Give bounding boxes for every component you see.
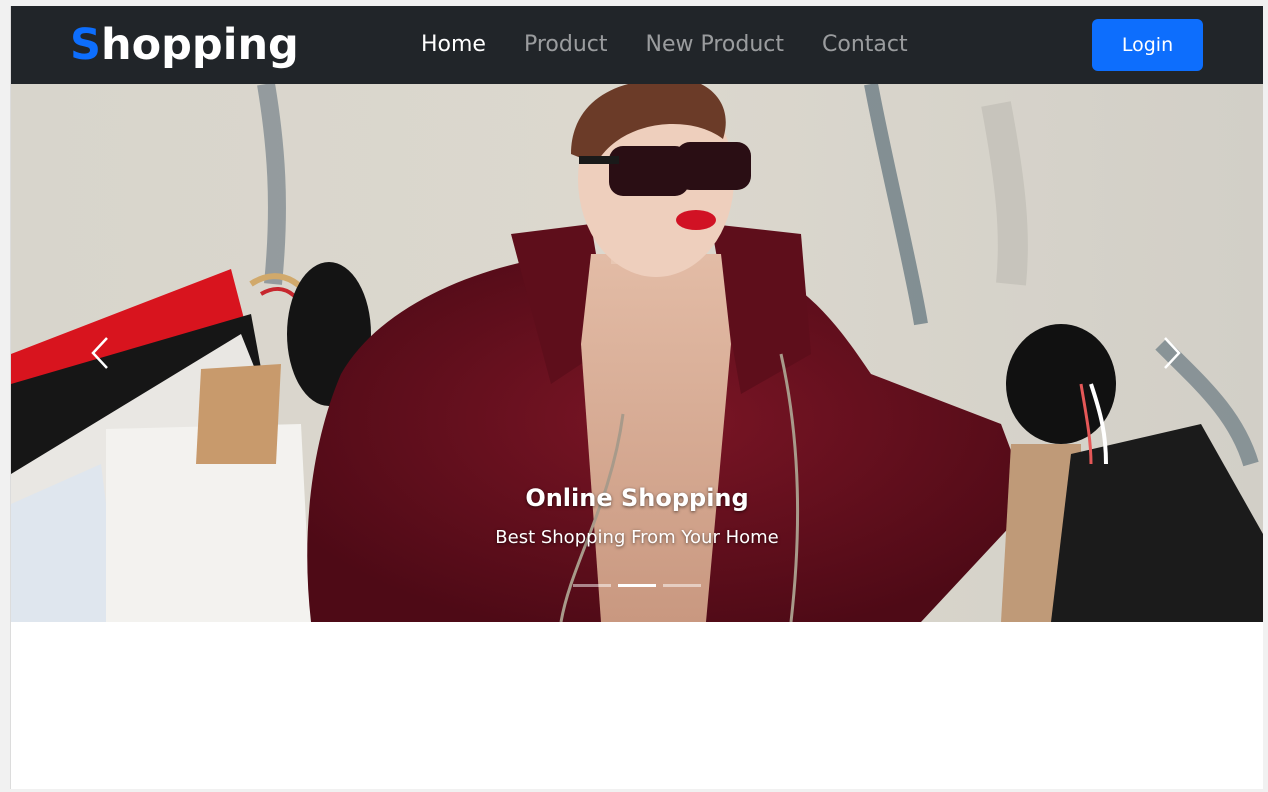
- chevron-left-icon: [91, 337, 108, 369]
- carousel-indicator-1[interactable]: [573, 584, 611, 587]
- carousel-indicators: [573, 584, 708, 587]
- carousel-indicator-3[interactable]: [663, 584, 701, 587]
- login-button[interactable]: Login: [1092, 19, 1203, 71]
- nav-link-new-product[interactable]: New Product: [646, 30, 785, 60]
- brand-rest: hopping: [100, 20, 299, 70]
- hero-carousel: Online Shopping Best Shopping From Your …: [11, 84, 1263, 622]
- nav-link-product[interactable]: Product: [524, 30, 608, 60]
- chevron-right-icon: [1164, 337, 1181, 369]
- nav-link-home[interactable]: Home: [421, 30, 486, 60]
- nav-links: Home Product New Product Contact: [421, 6, 946, 84]
- brand-initial: S: [70, 20, 101, 70]
- carousel-caption-subtitle: Best Shopping From Your Home: [495, 527, 779, 548]
- carousel-indicator-2[interactable]: [618, 584, 656, 587]
- carousel-caption-title: Online Shopping: [525, 484, 749, 512]
- nav-link-contact[interactable]: Contact: [822, 30, 908, 60]
- page-frame: Shopping Home Product New Product Contac…: [10, 6, 1263, 789]
- brand-logo[interactable]: Shopping: [70, 16, 299, 74]
- navbar: Shopping Home Product New Product Contac…: [11, 6, 1263, 84]
